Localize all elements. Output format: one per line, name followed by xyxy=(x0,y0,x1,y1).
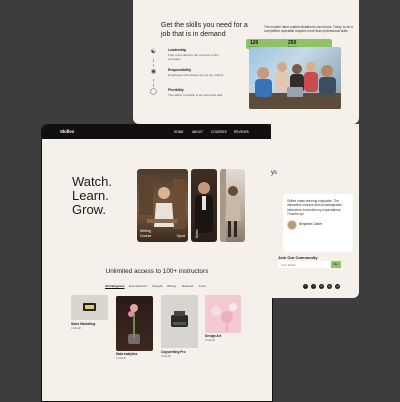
feature-desc: Fully committed to the success of the co… xyxy=(168,53,219,61)
nav-home[interactable]: HOME xyxy=(174,130,184,134)
course-tile-copywriting[interactable] xyxy=(161,295,198,348)
course-card-fashion[interactable] xyxy=(220,169,245,242)
tab-food[interactable]: Food xyxy=(199,284,206,288)
front-page: Skillex HOME ABOUT COURSES REVIEWS Watch… xyxy=(41,124,273,402)
instagram-icon[interactable]: ig xyxy=(327,284,332,289)
market-description: The modern labor market dictates its own… xyxy=(264,25,353,34)
avatar xyxy=(287,220,297,230)
feature-title: Flexibility xyxy=(168,88,184,92)
linkedin-icon[interactable]: in xyxy=(319,284,324,289)
course-card-music[interactable]: Music xyxy=(191,169,217,242)
right-page: ys Skillex made learning enjoyable. The … xyxy=(271,124,359,298)
card-label-secondary: Sport xyxy=(176,234,185,238)
course-tile-sales[interactable] xyxy=(71,295,108,320)
logo[interactable]: Skillex xyxy=(60,129,74,134)
skills-headline: Get the skills you need for a job that i… xyxy=(161,22,248,38)
tab-entertainment[interactable]: Entertainment xyxy=(129,284,147,288)
instructors-heading: Unlimited access to 100+ instructors xyxy=(105,268,209,275)
tile-meta: 2 Month xyxy=(205,338,216,342)
tab-all-categories[interactable]: All Categories xyxy=(105,284,124,288)
course-card-writing[interactable]: Writing Course Sport xyxy=(137,169,188,242)
testimonial-card: Skillex made learning enjoyable. The int… xyxy=(283,194,353,252)
email-input[interactable] xyxy=(278,261,334,268)
tab-lifestyle[interactable]: Lifestyle xyxy=(152,284,163,288)
nav-reviews[interactable]: REVIEWS xyxy=(234,130,249,134)
feature-connector xyxy=(153,79,155,87)
tab-business[interactable]: Business xyxy=(182,284,194,288)
card-label: Writing Course xyxy=(140,229,152,238)
card-label: Music xyxy=(195,228,199,238)
course-tile-design[interactable] xyxy=(205,295,241,333)
hero-line: Learn. xyxy=(72,188,109,203)
testimonial-author: Benjamin Carter xyxy=(299,222,323,226)
tab-writing[interactable]: Writing xyxy=(167,284,176,288)
feature-desc: The ability to switch is an important sk… xyxy=(168,93,223,97)
responsibility-icon: ◉ xyxy=(150,69,157,75)
tile-meta: 2 Month xyxy=(116,356,127,360)
nav-about[interactable]: ABOUT xyxy=(192,130,203,134)
flexibility-icon: ◯ xyxy=(150,89,157,95)
feature-title: Leadership xyxy=(168,48,187,52)
testimonial-quote: Skillex made learning enjoyable. The int… xyxy=(287,199,342,216)
hero-line: Watch. xyxy=(72,174,112,189)
nav-courses[interactable]: COURSES xyxy=(211,130,227,134)
top-nav: Skillex HOME ABOUT COURSES REVIEWS xyxy=(42,125,272,139)
tile-meta: 4 Month xyxy=(161,354,172,358)
facebook-icon[interactable]: f xyxy=(303,284,308,289)
back-page: Get the skills you need for a job that i… xyxy=(133,0,359,124)
tile-meta: 3 Month xyxy=(71,326,82,330)
youtube-icon[interactable]: yt xyxy=(335,284,340,289)
feature-title: Responsibility xyxy=(168,68,192,72)
hero-heading: Watch. Learn. Grow. xyxy=(72,175,112,217)
team-photo xyxy=(249,47,341,109)
feature-connector xyxy=(153,59,155,67)
reviews-heading-fragment: ys xyxy=(271,170,277,176)
join-heading: Join Our Community xyxy=(278,255,318,260)
hero-line: Grow. xyxy=(72,202,106,217)
twitter-icon[interactable]: t xyxy=(311,284,316,289)
course-tile-data[interactable] xyxy=(116,296,153,351)
subscribe-button[interactable]: Go xyxy=(331,261,341,268)
leadership-icon: ☯ xyxy=(150,49,157,55)
feature-desc: Employees will always be my top priority xyxy=(168,73,224,77)
